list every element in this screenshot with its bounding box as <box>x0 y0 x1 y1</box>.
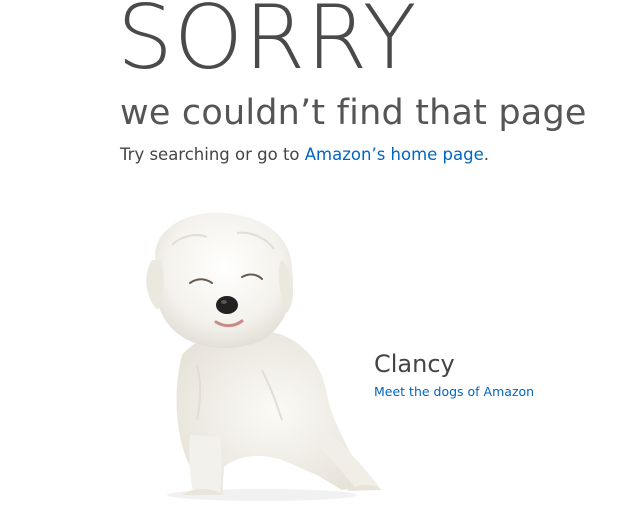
meet-dogs-link[interactable]: Meet the dogs of Amazon <box>374 384 534 399</box>
dog-name: Clancy <box>374 350 455 378</box>
help-text-suffix: . <box>483 145 490 164</box>
dog-photo <box>146 212 382 501</box>
home-page-link[interactable]: Amazon’s home page <box>305 145 484 164</box>
help-text: Try searching or go to Amazon’s home pag… <box>120 145 489 164</box>
error-headline: SORRY <box>117 0 418 89</box>
help-text-prefix: Try searching or go to <box>120 145 305 164</box>
error-subheadline: we couldn’t find that page <box>120 93 587 133</box>
